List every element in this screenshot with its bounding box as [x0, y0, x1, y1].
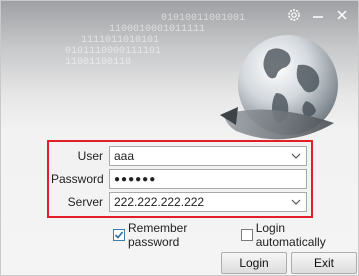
settings-button[interactable] [286, 7, 302, 23]
checkmark-icon [114, 231, 124, 239]
server-label: Server [67, 195, 103, 209]
login-form-highlight: User aaa Password ●●●●●● Server 222.222.… [47, 140, 313, 218]
login-options: Remember password Login automatically [113, 221, 358, 249]
title-bar-controls [286, 7, 350, 23]
gear-icon [288, 9, 300, 21]
password-field[interactable]: ●●●●●● [109, 169, 307, 189]
chevron-down-icon[interactable] [291, 151, 301, 161]
user-value: aaa [114, 149, 135, 163]
password-label: Password [51, 172, 104, 186]
close-button[interactable] [334, 7, 350, 23]
globe-logo-icon [220, 35, 338, 140]
login-automatically-label[interactable]: Login automatically [256, 221, 354, 249]
server-combobox[interactable]: 222.222.222.222 [109, 192, 307, 212]
minimize-button[interactable] [310, 7, 326, 23]
user-combobox[interactable]: aaa [109, 146, 307, 166]
password-value: ●●●●●● [114, 173, 157, 185]
user-row: User aaa [51, 146, 307, 166]
server-value: 222.222.222.222 [114, 195, 205, 209]
exit-button[interactable]: Exit [291, 252, 357, 274]
server-row: Server 222.222.222.222 [51, 192, 307, 212]
remember-password-checkbox[interactable] [113, 229, 125, 241]
login-window: 01010011001001 1100010001011111 1111011010… [0, 0, 359, 276]
minimize-icon [313, 16, 323, 18]
remember-password-label[interactable]: Remember password [128, 221, 237, 249]
chevron-down-icon[interactable] [291, 197, 301, 207]
close-icon [337, 10, 347, 20]
password-row: Password ●●●●●● [51, 169, 307, 189]
login-automatically-checkbox[interactable] [241, 229, 253, 241]
user-label: User [77, 149, 103, 163]
login-button[interactable]: Login [221, 252, 287, 274]
